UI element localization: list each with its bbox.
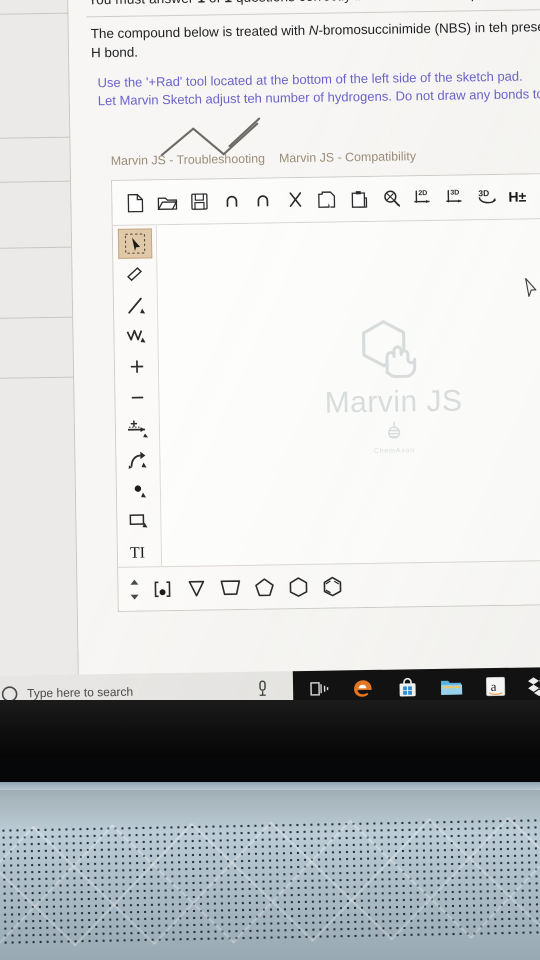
curved-arrow-tool[interactable]: [121, 444, 155, 474]
clean-2d-icon[interactable]: 2D: [408, 182, 437, 214]
eraser-tool[interactable]: [118, 259, 152, 289]
svg-text:TI: TI: [129, 545, 144, 562]
text-tool[interactable]: TI: [122, 537, 156, 567]
link-marvin-troubleshooting[interactable]: Marvin JS - Troubleshooting: [111, 152, 265, 168]
header-divider: [86, 7, 540, 18]
marvin-watermark-title: Marvin JS: [324, 384, 463, 420]
sidebar-divider: [0, 180, 72, 183]
undo-icon[interactable]: [216, 185, 245, 217]
copy-icon[interactable]: [312, 183, 341, 215]
file-explorer-icon[interactable]: [439, 675, 463, 699]
hydrogen-toggle-icon[interactable]: H±: [504, 180, 536, 212]
single-bond-tool[interactable]: [118, 290, 152, 320]
selection-tool[interactable]: [117, 228, 152, 259]
speaker-grille-pattern: [0, 816, 540, 948]
svg-text:3D: 3D: [478, 188, 489, 198]
sketch-canvas[interactable]: Marvin JS ChemAxon: [156, 217, 540, 568]
question-prompt: The compound below is treated with N-bro…: [91, 16, 540, 63]
sketcher-bottom-toolbar: ◄►: [118, 558, 540, 611]
attempt-count-2: 1: [224, 0, 232, 5]
attempt-text-post: questions correctly in the: [232, 0, 393, 5]
lms-left-sidebar[interactable]: ure: [0, 0, 79, 676]
svg-text:a: a: [490, 678, 496, 693]
question-instructions: Use the '+Rad' tool located at the botto…: [97, 65, 540, 110]
edge-browser-icon[interactable]: [351, 676, 375, 700]
chemaxon-logo-icon: [387, 421, 401, 439]
attempt-text-end: attempt at dis Unit to receive: [432, 0, 540, 2]
cyclobutane-ring-tool[interactable]: [216, 573, 243, 601]
paste-icon[interactable]: [344, 183, 373, 215]
attempt-same-word: SAME: [393, 0, 433, 3]
template-spinner[interactable]: [127, 575, 141, 603]
marvin-watermark: Marvin JS ChemAxon: [323, 316, 463, 456]
attempt-text-mid: of: [205, 0, 225, 5]
marvin-js-sketcher[interactable]: 2D 3D 3D H± TI Marvin JS ChemAxon: [111, 171, 540, 612]
sidebar-divider: [0, 12, 69, 15]
new-file-icon[interactable]: [120, 186, 149, 218]
search-input[interactable]: Type here to search: [27, 685, 133, 701]
laptop-screen: ure You must answer 1 of 1 questions cor…: [0, 0, 540, 710]
sidebar-divider: [0, 246, 73, 249]
sidebar-divider: [0, 376, 75, 379]
redo-icon[interactable]: [248, 184, 277, 216]
chain-tool[interactable]: [119, 321, 153, 351]
clean-3d-icon[interactable]: 3D: [440, 181, 469, 213]
sidebar-divider: [0, 316, 74, 319]
rectangle-tool[interactable]: [122, 506, 156, 536]
laptop-bezel: [0, 700, 540, 760]
cyclohexane-ring-tool[interactable]: [284, 572, 311, 600]
photo-of-laptop-screen: ure You must answer 1 of 1 questions cor…: [0, 0, 540, 960]
radical-tool[interactable]: [121, 475, 155, 505]
mouse-cursor: [525, 277, 537, 297]
sketcher-left-toolbar: TI: [112, 225, 163, 568]
microsoft-store-icon[interactable]: [395, 675, 419, 699]
cyclopropane-ring-tool[interactable]: [182, 574, 209, 602]
increase-charge-tool[interactable]: [119, 352, 153, 382]
prompt-italic-N: N: [308, 22, 319, 38]
lms-content-area: You must answer 1 of 1 questions correct…: [67, 0, 540, 675]
benzene-ring-tool[interactable]: [318, 572, 345, 600]
reaction-arrow-tool[interactable]: [120, 413, 154, 443]
prompt-text-b: -bromosuccinimide (NBS) in teh presence …: [318, 18, 540, 38]
amazon-icon[interactable]: a: [483, 674, 507, 698]
cut-icon[interactable]: [280, 184, 309, 216]
chemaxon-watermark-label: ChemAxon: [373, 447, 415, 456]
save-file-icon[interactable]: [184, 185, 213, 217]
link-marvin-compatibility[interactable]: Marvin JS - Compatibility: [279, 149, 416, 165]
rotate-3d-icon[interactable]: 3D: [472, 181, 501, 213]
attempt-requirement-text: You must answer 1 of 1 questions correct…: [88, 0, 540, 7]
task-view-icon[interactable]: [307, 677, 331, 701]
sidebar-truncated-label: ure: [0, 345, 46, 360]
attempt-text-pre: You must answer: [88, 0, 197, 7]
svg-text:H±: H±: [508, 188, 526, 204]
prompt-text-a: The compound below is treated with: [90, 22, 309, 42]
dropbox-icon[interactable]: [527, 673, 540, 697]
sketcher-top-toolbar: 2D 3D 3D H±: [112, 172, 540, 226]
decrease-charge-tool[interactable]: [120, 382, 154, 412]
svg-text:2D: 2D: [418, 190, 427, 197]
lms-quiz-page: ure You must answer 1 of 1 questions cor…: [0, 0, 540, 676]
zoom-icon[interactable]: [376, 182, 405, 214]
sidebar-divider: [0, 136, 71, 139]
bracket-tool[interactable]: [148, 575, 175, 603]
cyclopentane-ring-tool[interactable]: [250, 573, 277, 601]
open-file-icon[interactable]: [152, 186, 181, 218]
svg-text:3D: 3D: [450, 189, 459, 196]
attempt-count-1: 1: [197, 0, 205, 6]
marvin-hexagon-hand-logo: [361, 320, 417, 379]
